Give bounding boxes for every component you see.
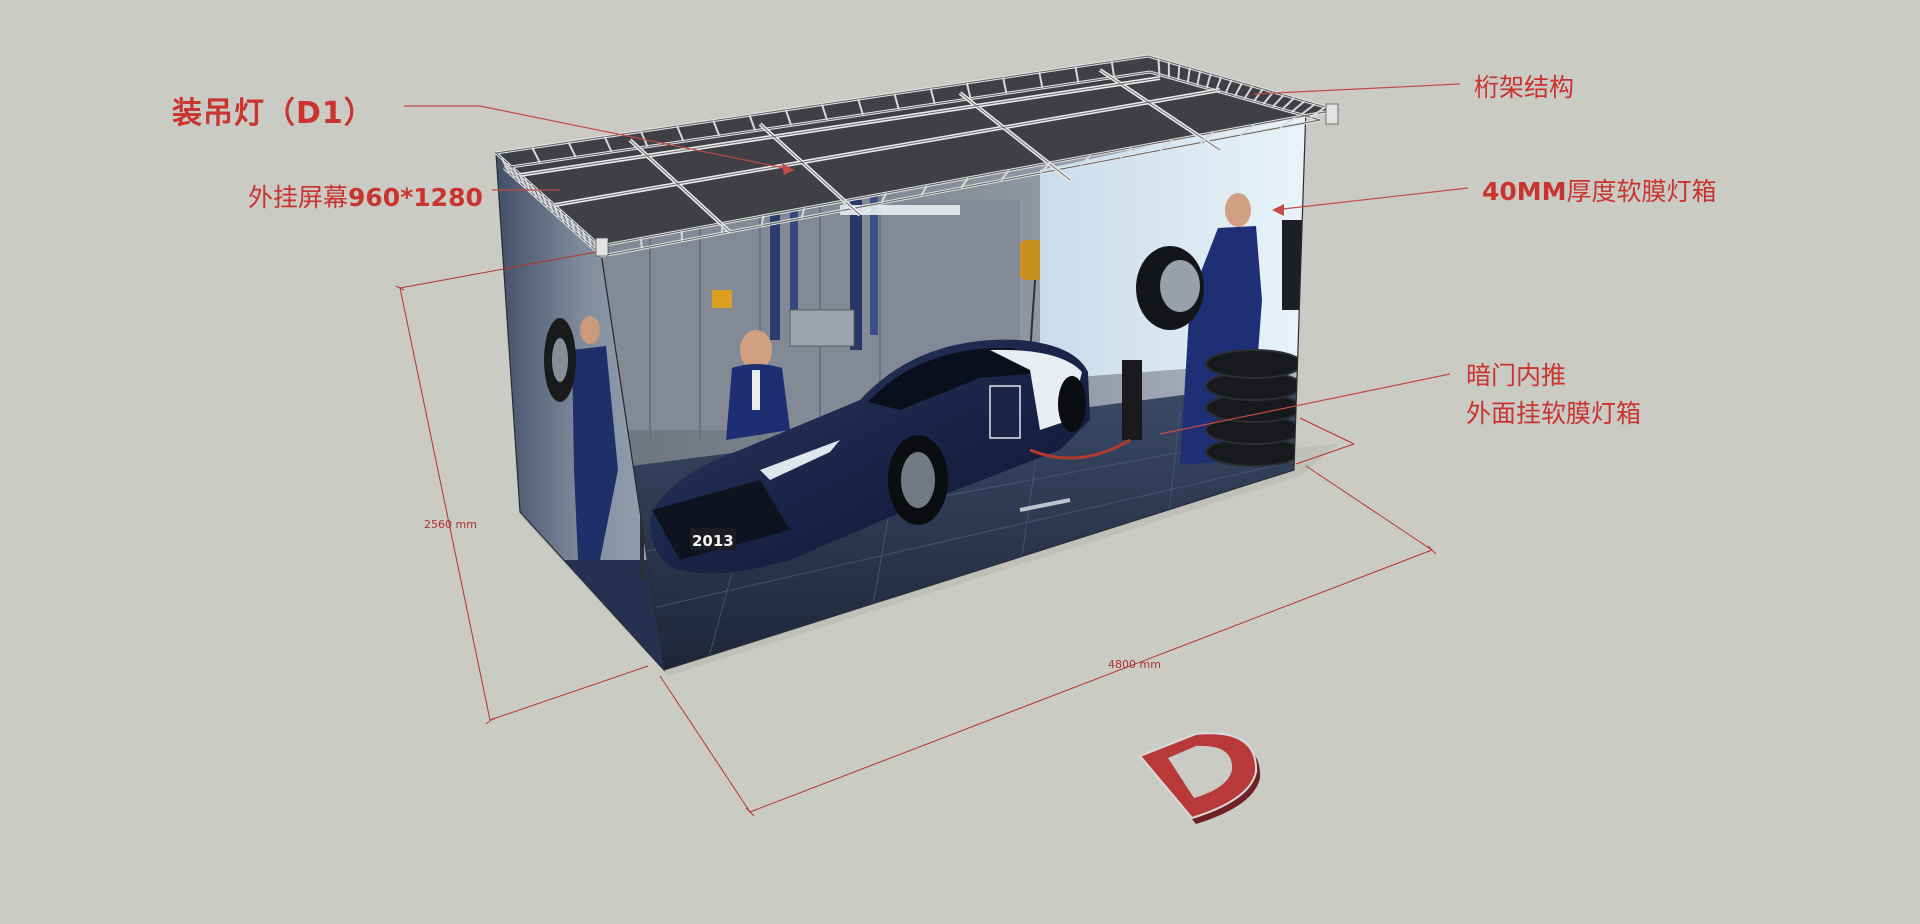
hanging-light-label: 装吊灯（D1） xyxy=(172,96,375,131)
truss-rung xyxy=(639,238,643,249)
external-screen-size: 960*1280 xyxy=(348,183,483,212)
length-dimension-text: 4800 mm xyxy=(1108,658,1161,671)
car-plate-text: 2013 xyxy=(692,532,734,550)
truss-rung xyxy=(1157,58,1161,75)
truss-rung xyxy=(720,223,724,234)
external-screen-prefix: 外挂屏幕 xyxy=(248,183,349,212)
softfilm-lightbox-label: 40MM厚度软膜灯箱 xyxy=(1482,172,1717,208)
hidden-door-label-line1: 暗门内推 xyxy=(1466,361,1567,390)
truss-rung xyxy=(1177,64,1181,81)
lightbox-description: 厚度软膜灯箱 xyxy=(1566,177,1717,206)
height-dimension-text: 2560 mm xyxy=(424,518,477,531)
truss-structure-label: 桁架结构 xyxy=(1474,73,1575,102)
lightbox-thickness: 40MM xyxy=(1482,177,1567,206)
booth-letter-d xyxy=(1138,732,1261,824)
hidden-door-label-line2: 外面挂软膜灯箱 xyxy=(1466,399,1642,428)
booth-rendering-stage: 2013 装吊灯（D1） 外挂屏幕960*1280 桁架结构 40MM厚度软膜灯… xyxy=(0,0,1920,924)
booth-3d-model: 2013 xyxy=(395,54,1469,824)
external-screen-label: 外挂屏幕960*1280 xyxy=(248,178,483,214)
